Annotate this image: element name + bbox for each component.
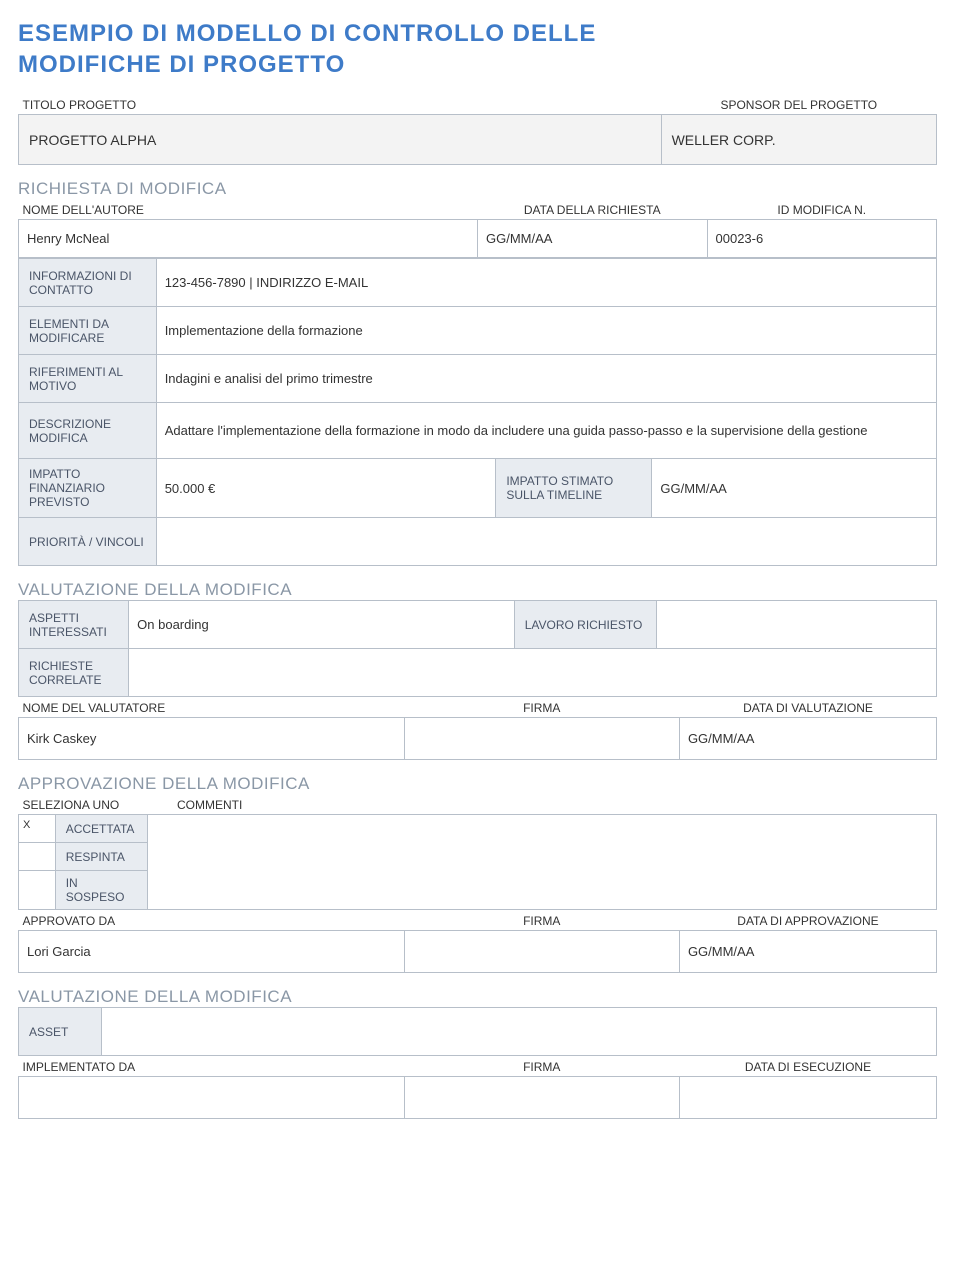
impl-sign-label: FIRMA — [404, 1056, 679, 1077]
project-sponsor-value: WELLER CORP. — [661, 115, 936, 165]
eval-sign-label: FIRMA — [404, 697, 679, 718]
asset-value — [101, 1008, 936, 1056]
work-value — [656, 601, 936, 649]
impl-date-label: DATA DI ESECUZIONE — [679, 1056, 936, 1077]
timeline-label: IMPATTO STIMATO SULLA TIMELINE — [496, 459, 652, 518]
eval-sign-value — [404, 718, 679, 760]
aspects-value: On boarding — [129, 601, 515, 649]
pending-mark[interactable] — [19, 871, 56, 910]
evaluator-value: Kirk Caskey — [19, 718, 405, 760]
impl-section-title: VALUTAZIONE DELLA MODIFICA — [18, 987, 937, 1007]
approval-table: SELEZIONA UNO COMMENTI X ACCETTATA RESPI… — [18, 794, 937, 910]
comments-label: COMMENTI — [147, 794, 936, 815]
approval-sign-label: FIRMA — [404, 910, 679, 931]
eval-sign-table: NOME DEL VALUTATORE FIRMA DATA DI VALUTA… — [18, 697, 937, 760]
priority-value — [156, 518, 936, 566]
approved-by-label: APPROVATO DA — [19, 910, 405, 931]
title-line-1: ESEMPIO DI MODELLO DI CONTROLLO DELLE — [18, 20, 596, 47]
pending-label: IN SOSPESO — [55, 871, 147, 910]
fin-value: 50.000 € — [156, 459, 496, 518]
related-label: RICHIESTE CORRELATE — [19, 649, 129, 697]
related-value — [129, 649, 937, 697]
page-title: ESEMPIO DI MODELLO DI CONTROLLO DELLE MO… — [18, 18, 937, 80]
impl-date-value — [679, 1077, 936, 1119]
project-title-value: PROGETTO ALPHA — [19, 115, 662, 165]
select-one-label: SELEZIONA UNO — [19, 794, 148, 815]
request-date-value: GG/MM/AA — [478, 220, 708, 258]
request-id-label: ID MODIFICA N. — [707, 199, 937, 220]
eval-date-label: DATA DI VALUTAZIONE — [679, 697, 936, 718]
comments-value[interactable] — [147, 815, 936, 910]
eval-detail-table: ASPETTI INTERESSATI On boarding LAVORO R… — [18, 600, 937, 697]
elements-label: ELEMENTI DA MODIFICARE — [19, 307, 157, 355]
rejected-mark[interactable] — [19, 843, 56, 871]
approval-date-value: GG/MM/AA — [679, 931, 936, 973]
request-detail-table: INFORMAZIONI DI CONTATTO 123-456-7890 | … — [18, 258, 937, 566]
approval-sign-value — [404, 931, 679, 973]
approved-by-value: Lori Garcia — [19, 931, 405, 973]
request-header-table: NOME DELL'AUTORE DATA DELLA RICHIESTA ID… — [18, 199, 937, 258]
request-id-value: 00023-6 — [707, 220, 937, 258]
title-line-2: MODIFICHE DI PROGETTO — [18, 51, 345, 78]
request-section-title: RICHIESTA DI MODIFICA — [18, 179, 937, 199]
approval-sign-table: APPROVATO DA FIRMA DATA DI APPROVAZIONE … — [18, 910, 937, 973]
request-date-label: DATA DELLA RICHIESTA — [478, 199, 708, 220]
author-value: Henry McNeal — [19, 220, 478, 258]
desc-value: Adattare l'implementazione della formazi… — [156, 403, 936, 459]
project-title-label: TITOLO PROGETTO — [19, 94, 662, 115]
accepted-mark[interactable]: X — [19, 815, 56, 843]
work-label: LAVORO RICHIESTO — [514, 601, 656, 649]
evaluator-label: NOME DEL VALUTATORE — [19, 697, 405, 718]
fin-label: IMPATTO FINANZIARIO PREVISTO — [19, 459, 157, 518]
asset-label: ASSET — [19, 1008, 102, 1056]
eval-date-value: GG/MM/AA — [679, 718, 936, 760]
impl-by-value — [19, 1077, 405, 1119]
timeline-value: GG/MM/AA — [652, 459, 937, 518]
impl-sign-value — [404, 1077, 679, 1119]
impl-sign-table: IMPLEMENTATO DA FIRMA DATA DI ESECUZIONE — [18, 1056, 937, 1119]
reason-label: RIFERIMENTI AL MOTIVO — [19, 355, 157, 403]
desc-label: DESCRIZIONE MODIFICA — [19, 403, 157, 459]
author-label: NOME DELL'AUTORE — [19, 199, 478, 220]
contact-value: 123-456-7890 | INDIRIZZO E-MAIL — [156, 259, 936, 307]
contact-label: INFORMAZIONI DI CONTATTO — [19, 259, 157, 307]
rejected-label: RESPINTA — [55, 843, 147, 871]
priority-label: PRIORITÀ / VINCOLI — [19, 518, 157, 566]
reason-value: Indagini e analisi del primo trimestre — [156, 355, 936, 403]
project-sponsor-label: SPONSOR DEL PROGETTO — [661, 94, 936, 115]
approval-date-label: DATA DI APPROVAZIONE — [679, 910, 936, 931]
approval-section-title: APPROVAZIONE DELLA MODIFICA — [18, 774, 937, 794]
impl-asset-table: ASSET — [18, 1007, 937, 1056]
elements-value: Implementazione della formazione — [156, 307, 936, 355]
impl-by-label: IMPLEMENTATO DA — [19, 1056, 405, 1077]
accepted-label: ACCETTATA — [55, 815, 147, 843]
aspects-label: ASPETTI INTERESSATI — [19, 601, 129, 649]
project-header-table: TITOLO PROGETTO SPONSOR DEL PROGETTO PRO… — [18, 94, 937, 165]
eval-section-title: VALUTAZIONE DELLA MODIFICA — [18, 580, 937, 600]
